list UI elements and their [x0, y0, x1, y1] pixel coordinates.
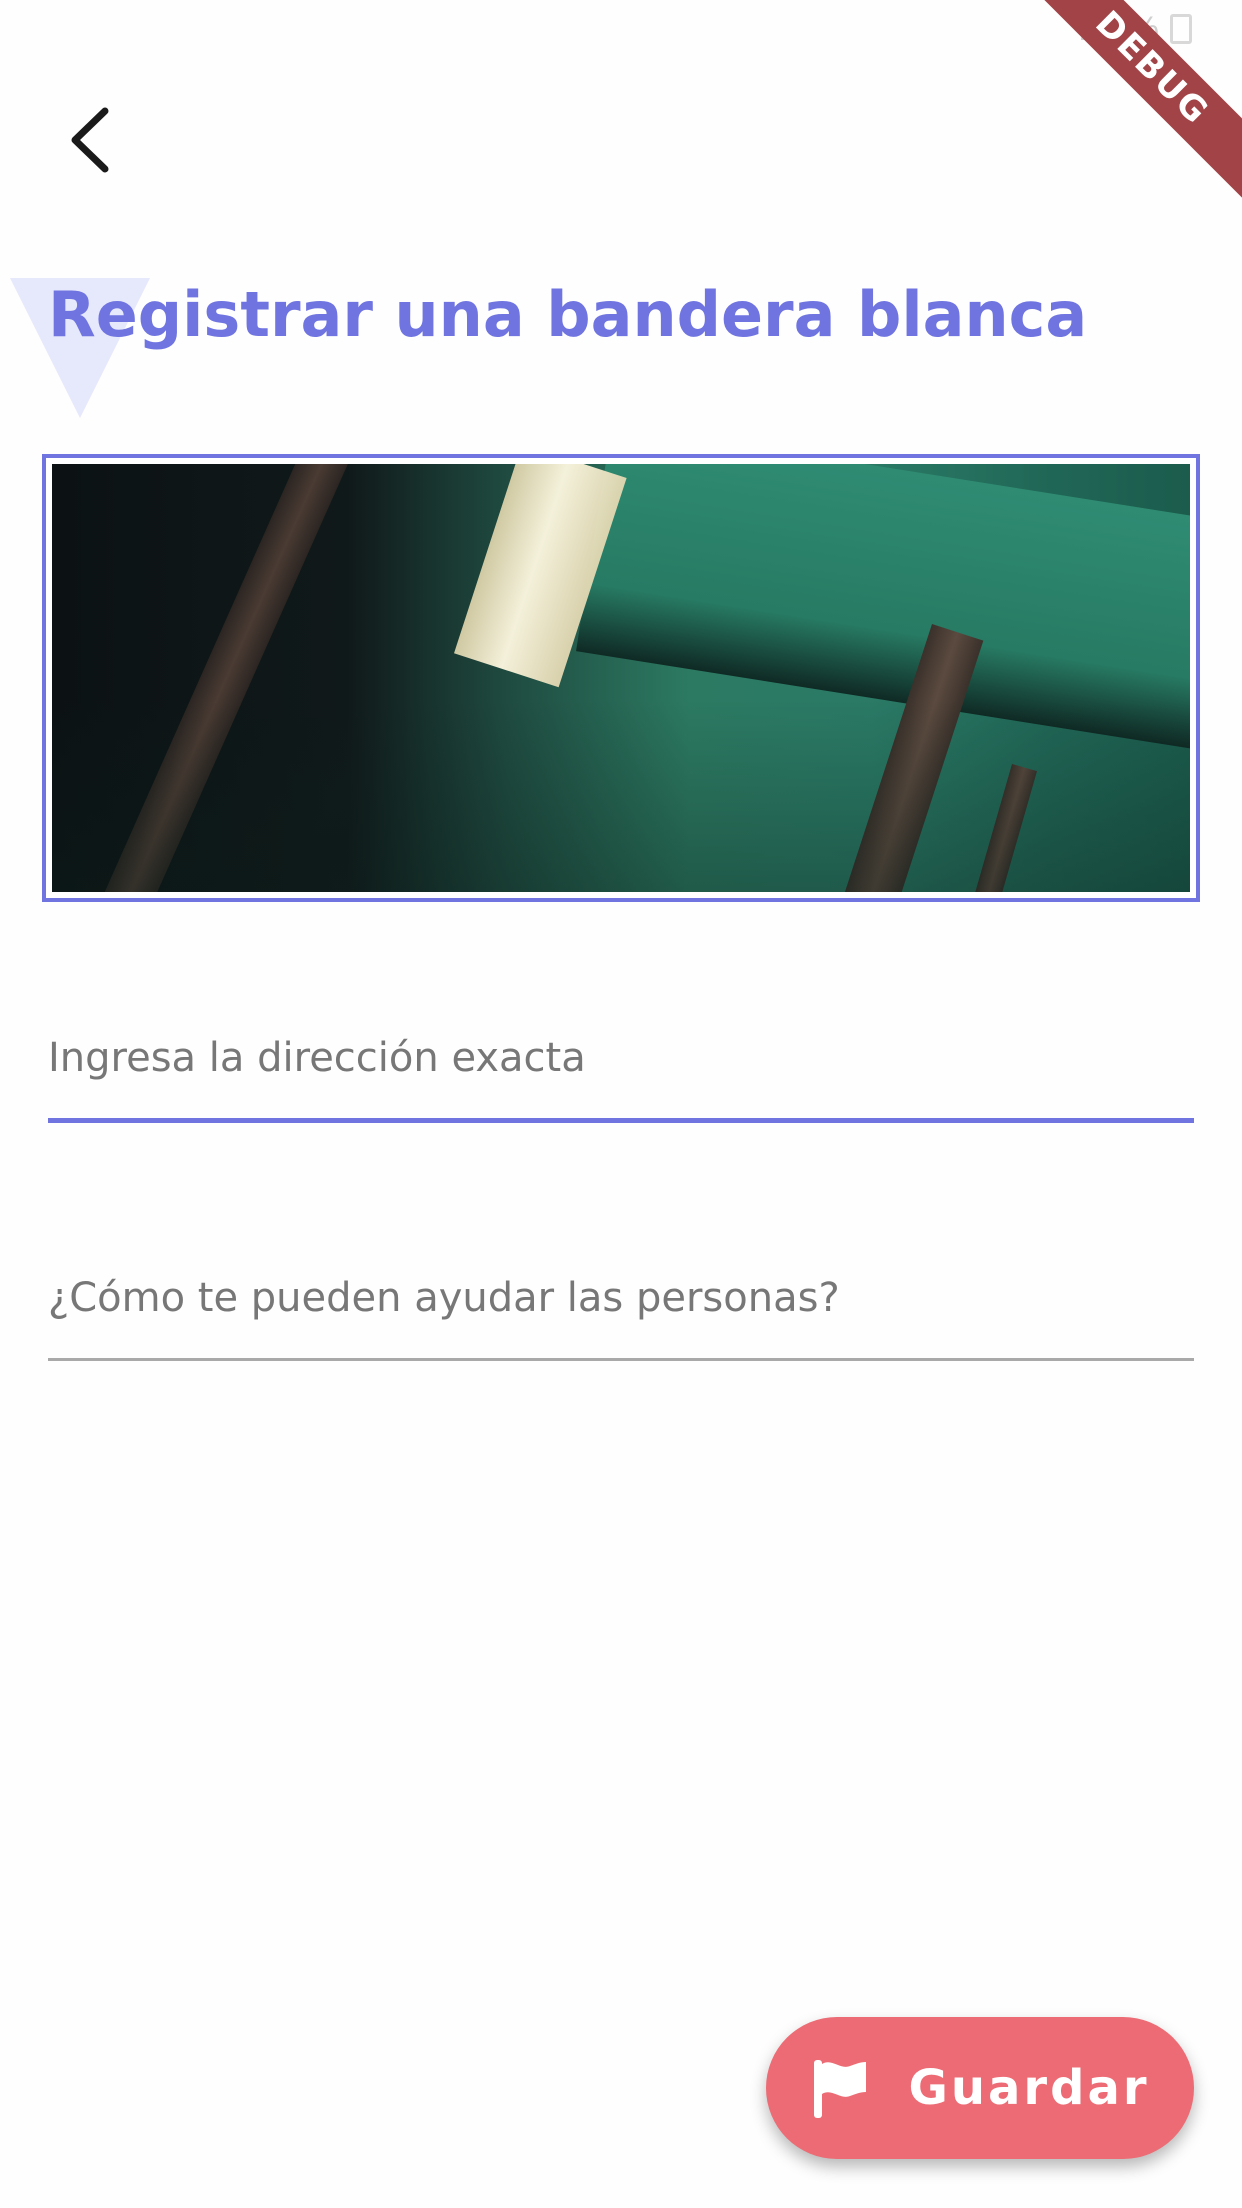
- help-field: [48, 1258, 1194, 1361]
- address-input[interactable]: [48, 1018, 1194, 1098]
- save-button-label: Guardar: [908, 2060, 1150, 2116]
- back-button[interactable]: [50, 100, 130, 180]
- save-button[interactable]: Guardar: [766, 2017, 1194, 2159]
- photo-preview[interactable]: [42, 454, 1200, 902]
- help-input[interactable]: [48, 1258, 1194, 1338]
- flag-photo: [52, 464, 1190, 892]
- chevron-left-icon: [71, 107, 109, 173]
- address-underline: [48, 1118, 1194, 1123]
- debug-banner: DEBUG: [1042, 0, 1242, 200]
- address-field: [48, 1018, 1194, 1123]
- flag-icon: [814, 2060, 867, 2118]
- debug-banner-label: DEBUG: [1042, 0, 1242, 200]
- page-title: Registrar una bandera blanca: [48, 278, 1088, 351]
- photo-shadow: [52, 699, 1190, 892]
- help-underline: [48, 1358, 1194, 1361]
